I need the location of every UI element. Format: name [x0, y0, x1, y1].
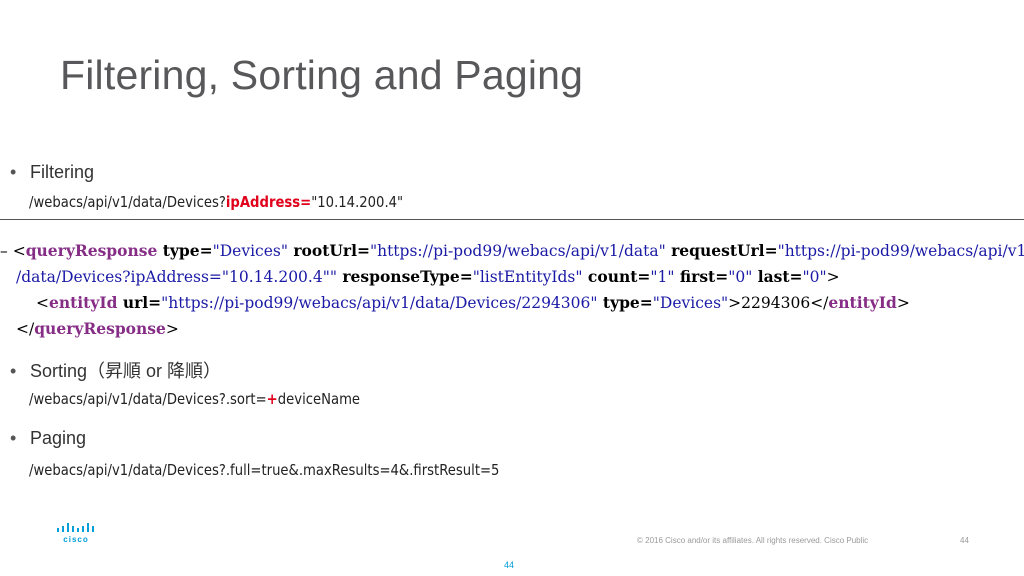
footer-page-number: 44 — [960, 536, 969, 545]
sorting-url-highlight: + — [266, 390, 278, 408]
cisco-logo: cisco — [57, 523, 94, 544]
xml-line-4: </queryResponse> — [16, 319, 179, 338]
xml-line-2: /data/Devices?ipAddress="10.14.200.4"" r… — [16, 267, 840, 286]
filtering-url: /webacs/api/v1/data/Devices?ipAddress="1… — [29, 193, 403, 211]
bullet-dot: • — [10, 428, 17, 448]
bullet-sorting-label: Sorting（昇順 or 降順） — [30, 361, 222, 381]
bullet-dot: • — [10, 361, 17, 381]
xml-response-block: – <queryResponse type="Devices" rootUrl=… — [0, 238, 1024, 342]
bullet-paging: • Paging — [10, 428, 86, 449]
slide-title: Filtering, Sorting and Paging — [60, 52, 584, 98]
bullet-filtering: • Filtering — [10, 162, 94, 183]
cisco-logo-text: cisco — [63, 535, 88, 544]
bullet-paging-label: Paging — [30, 428, 87, 448]
xml-line-3: <entityId url="https://pi-pod99/webacs/a… — [36, 293, 910, 312]
bullet-dot: • — [10, 162, 17, 182]
bullet-filtering-label: Filtering — [30, 162, 95, 182]
footer-copyright: © 2016 Cisco and/or its affiliates. All … — [637, 536, 869, 545]
paging-url: /webacs/api/v1/data/Devices?.full=true&.… — [29, 461, 500, 479]
xml-line-1: – <queryResponse type="Devices" rootUrl=… — [0, 241, 1024, 260]
bullet-sorting: • Sorting（昇順 or 降順） — [10, 357, 221, 383]
xml-entity-tag: entityId — [49, 293, 118, 312]
xml-entity-value: 2294306 — [741, 294, 811, 312]
filtering-url-prefix: /webacs/api/v1/data/Devices? — [29, 193, 226, 211]
sorting-url: /webacs/api/v1/data/Devices?.sort=+devic… — [29, 390, 360, 408]
filtering-url-suffix: "10.14.200.4" — [311, 193, 404, 211]
sorting-url-suffix: deviceName — [277, 390, 361, 408]
xml-root-tag: queryResponse — [25, 241, 158, 260]
sorting-url-prefix: /webacs/api/v1/data/Devices?.sort= — [29, 390, 267, 408]
divider-line — [0, 219, 1024, 220]
center-page-number: 44 — [504, 560, 515, 570]
filtering-url-highlight: ipAddress= — [225, 193, 312, 211]
